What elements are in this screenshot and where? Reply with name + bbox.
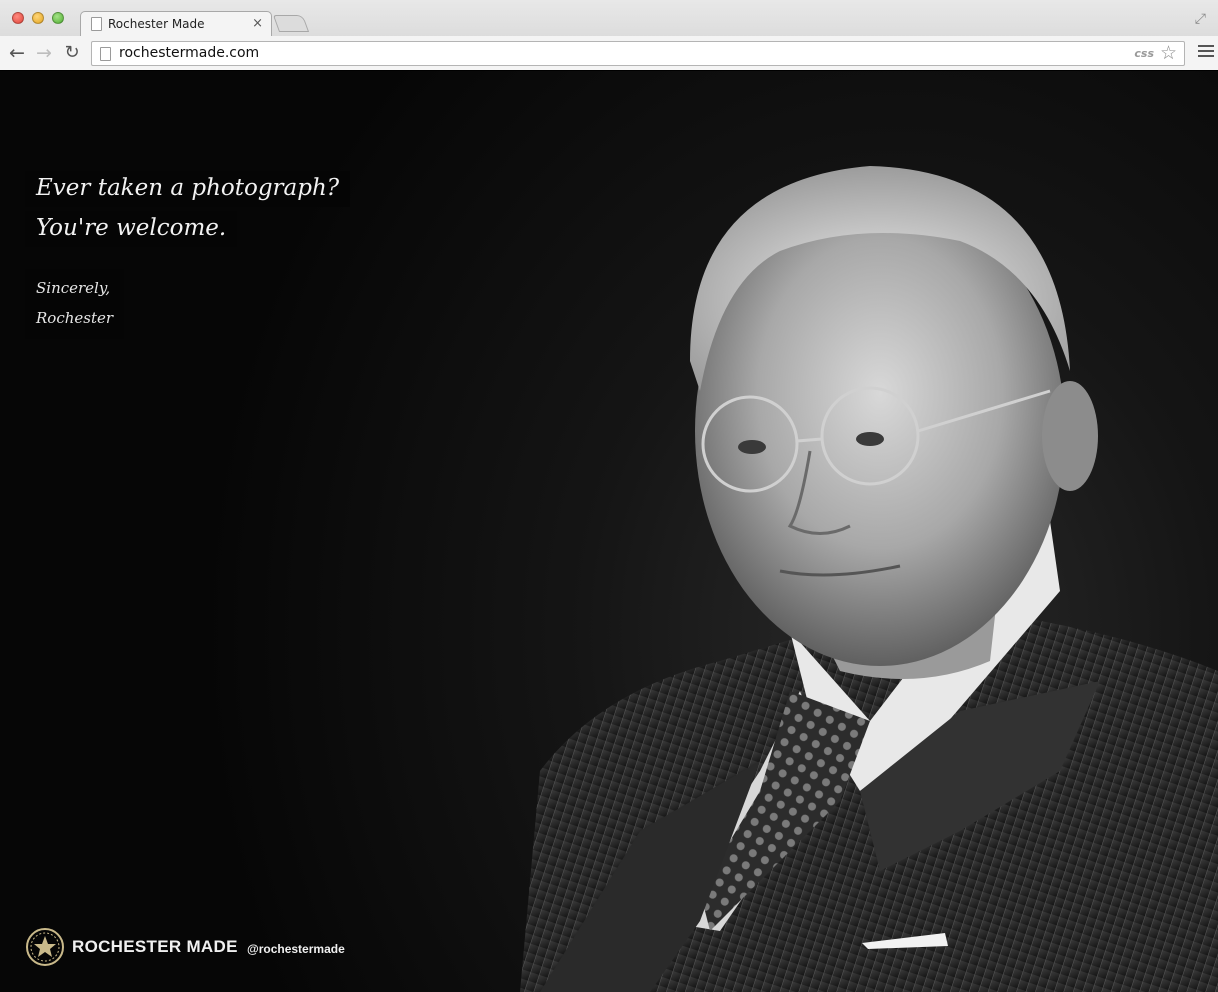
page-icon — [100, 47, 111, 61]
tab-rochester-made[interactable]: Rochester Made × — [80, 11, 272, 37]
window-minimize-button[interactable] — [32, 12, 44, 24]
url-text[interactable]: rochestermade.com — [119, 45, 259, 61]
hamburger-menu-icon[interactable] — [1198, 45, 1214, 59]
headline: Ever taken a photograph? You're welcome. — [25, 171, 351, 251]
window-close-button[interactable] — [12, 12, 24, 24]
signature-line: Rochester — [36, 309, 114, 327]
new-tab-button[interactable] — [272, 15, 310, 32]
back-button[interactable]: ← — [6, 42, 28, 64]
browser-chrome: Rochester Made × ⤢ ← → ↻ rochestermade.c… — [0, 0, 1218, 70]
rochester-seal-icon[interactable] — [25, 927, 65, 967]
tab-strip: Rochester Made × ⤢ — [0, 0, 1218, 37]
reload-button[interactable]: ↻ — [61, 42, 83, 64]
css-extension-icon[interactable]: css — [1134, 47, 1154, 60]
toolbar: ← → ↻ rochestermade.com css ☆ — [0, 36, 1218, 70]
headline-line: You're welcome. — [25, 211, 238, 247]
signature-line: Sincerely, — [36, 279, 111, 297]
forward-button[interactable]: → — [33, 42, 55, 64]
brand-logo-text[interactable]: ROCHESTER MADE — [72, 937, 238, 957]
headline-line: Ever taken a photograph? — [25, 171, 351, 207]
page-content: Ever taken a photograph? You're welcome.… — [0, 71, 1218, 992]
address-bar[interactable]: rochestermade.com css ☆ — [91, 41, 1185, 66]
bookmark-star-icon[interactable]: ☆ — [1160, 42, 1177, 65]
tab-close-icon[interactable]: × — [252, 16, 263, 31]
fullscreen-icon[interactable]: ⤢ — [1195, 10, 1206, 27]
page-icon — [91, 17, 102, 31]
tab-title: Rochester Made — [108, 17, 205, 31]
signature: Sincerely, Rochester — [25, 269, 125, 339]
window-zoom-button[interactable] — [52, 12, 64, 24]
twitter-handle-link[interactable]: @rochestermade — [247, 942, 345, 956]
